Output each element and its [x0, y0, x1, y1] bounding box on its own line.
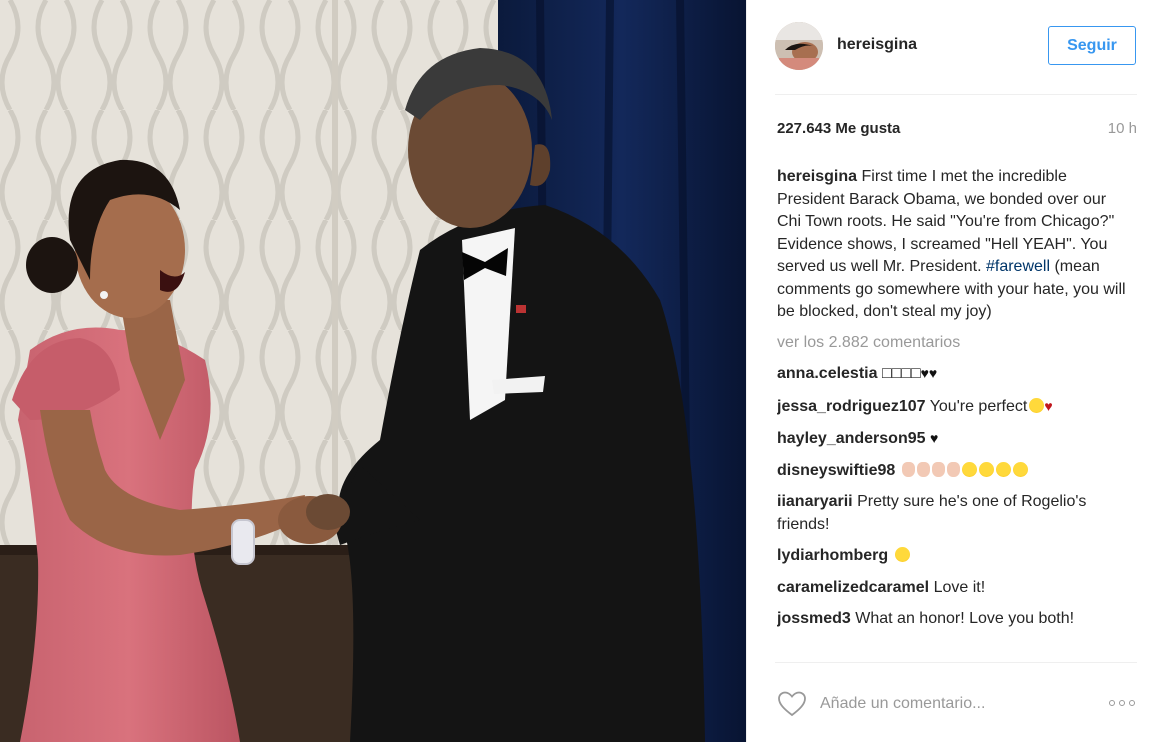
divider	[775, 94, 1137, 95]
comment-username[interactable]: hayley_anderson95	[777, 430, 926, 447]
dot	[1119, 700, 1125, 706]
comment: anna.celestia □□□□♥♥	[777, 362, 1127, 386]
caption-username[interactable]: hereisgina	[777, 168, 857, 185]
heart-eyes-emoji-icon	[978, 461, 994, 477]
comment-username[interactable]: jossmed3	[777, 610, 851, 627]
avatar[interactable]	[775, 22, 823, 70]
black-heart-icon: ♥	[929, 430, 939, 446]
follow-button[interactable]: Seguir	[1048, 26, 1136, 65]
comment: jessa_rodriguez107 You're perfect ♥	[777, 395, 1127, 419]
comments-list[interactable]: hereisgina First time I met the incredib…	[777, 166, 1127, 660]
comment-username[interactable]: lydiarhomberg	[777, 547, 888, 564]
avatar-image	[775, 22, 823, 70]
post-header: hereisgina Seguir	[747, 0, 1150, 94]
comment: lydiarhomberg	[777, 545, 1127, 568]
instagram-post: hereisgina Seguir 227.643 Me gusta 10 h …	[0, 0, 1150, 742]
heart-eyes-emoji-icon	[1012, 461, 1028, 477]
post-photo-image	[0, 0, 746, 742]
comment-text: What an honor! Love you both!	[855, 610, 1075, 627]
comment-username[interactable]: jessa_rodriguez107	[777, 398, 926, 415]
comment-text: □□□□	[881, 365, 921, 382]
heart-eyes-emoji-icon	[1029, 397, 1045, 413]
more-options-icon[interactable]	[1109, 700, 1135, 706]
post-photo[interactable]	[0, 0, 746, 742]
comment: hayley_anderson95 ♥	[777, 427, 1127, 451]
comment: caramelizedcaramel Love it!	[777, 577, 1127, 600]
dot	[1129, 700, 1135, 706]
likes-count[interactable]: 227.643 Me gusta	[777, 120, 900, 137]
comment: disneyswiftie98	[777, 460, 1127, 483]
comment: jossmed3 What an honor! Love you both!	[777, 608, 1127, 631]
comment-text: Love it!	[933, 578, 986, 596]
comment-username[interactable]: caramelizedcaramel	[777, 579, 929, 596]
comment-username[interactable]: disneyswiftie98	[777, 462, 895, 479]
heart-outline-icon[interactable]	[777, 690, 807, 718]
comment: iianaryarii Pretty sure he's one of Roge…	[777, 491, 1127, 536]
comment-username[interactable]: iianaryarii	[777, 493, 853, 510]
clap-emoji-icon	[946, 461, 960, 477]
dot	[1109, 700, 1115, 706]
divider	[775, 662, 1137, 663]
comment-username[interactable]: anna.celestia	[777, 365, 878, 382]
black-heart-icon: ♥♥	[920, 365, 938, 381]
add-comment-input[interactable]	[820, 689, 1080, 719]
heart-eyes-emoji-icon	[995, 461, 1011, 477]
surprised-emoji-icon	[894, 547, 910, 562]
clap-emoji-icon	[931, 461, 945, 477]
caption: hereisgina First time I met the incredib…	[777, 166, 1127, 324]
red-heart-icon: ♥	[1044, 397, 1053, 414]
comment-text: You're perfect	[929, 397, 1028, 415]
post-time[interactable]: 10 h	[1108, 120, 1137, 137]
header-username[interactable]: hereisgina	[837, 36, 917, 54]
view-all-comments-link[interactable]: ver los 2.882 comentarios	[777, 332, 1127, 355]
add-comment-row	[777, 684, 1137, 724]
clap-emoji-icon	[916, 461, 930, 477]
heart-eyes-emoji-icon	[961, 461, 977, 477]
hashtag-link[interactable]: #farewell	[986, 258, 1050, 275]
clap-emoji-icon	[901, 461, 915, 477]
likes-row: 227.643 Me gusta 10 h	[777, 120, 1137, 142]
post-sidebar: hereisgina Seguir 227.643 Me gusta 10 h …	[746, 0, 1150, 742]
